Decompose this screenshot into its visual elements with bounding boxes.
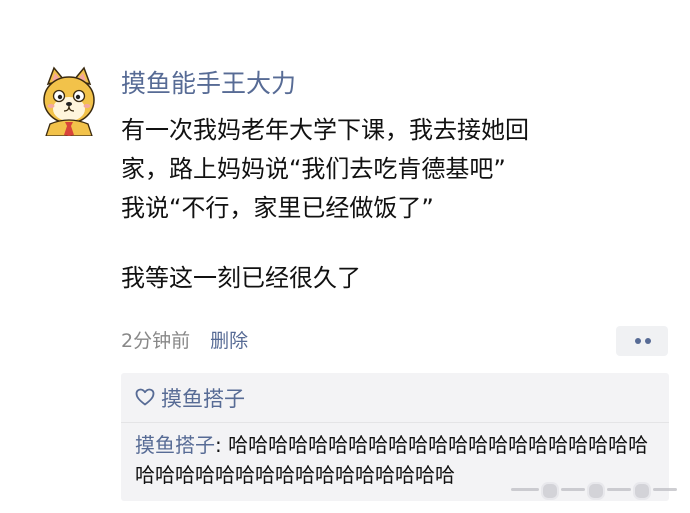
post-content-line: 有一次我妈老年大学下课，我去接她回 <box>121 116 529 144</box>
watermark-logo <box>511 474 681 504</box>
comment-author[interactable]: 摸鱼搭子 <box>135 433 215 457</box>
like-user-name[interactable]: 摸鱼搭子 <box>161 387 245 411</box>
post-content-line: 家，路上妈妈说“我们去吃肯德基吧” <box>121 155 506 183</box>
post-author-name[interactable]: 摸鱼能手王大力 <box>121 67 296 101</box>
post-content-line: 我说“不行，家里已经做饭了” <box>121 194 434 222</box>
likes-row: 摸鱼搭子 <box>135 383 245 415</box>
delete-button[interactable]: 删除 <box>210 330 248 352</box>
post-timestamp: 2分钟前 <box>121 330 191 352</box>
heart-outline-icon <box>135 383 155 415</box>
comment-separator: : <box>215 433 229 457</box>
post-meta: 2分钟前 删除 <box>121 326 248 356</box>
shiba-dog-avatar-icon <box>38 66 100 136</box>
more-actions-button[interactable] <box>616 326 668 356</box>
post-content-line: 我等这一刻已经很久了 <box>121 264 361 292</box>
divider <box>121 422 669 423</box>
avatar[interactable] <box>38 66 100 136</box>
post-content: 有一次我妈老年大学下课，我去接她回 家，路上妈妈说“我们去吃肯德基吧” 我说“不… <box>121 111 661 298</box>
moments-post: 摸鱼能手王大力 有一次我妈老年大学下课，我去接她回 家，路上妈妈说“我们去吃肯德… <box>0 0 690 513</box>
post-content-blank-line <box>121 228 661 259</box>
